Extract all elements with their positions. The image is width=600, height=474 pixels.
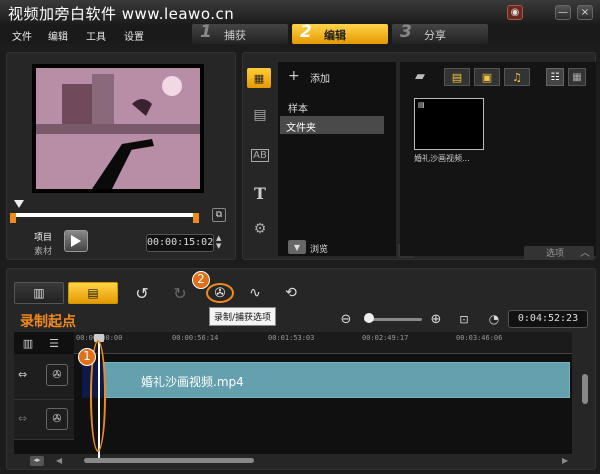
folder-item-samples[interactable]: 样本 <box>284 98 384 117</box>
record-start-label: 录制起点 <box>20 314 76 330</box>
ruler-tick: 00:00:56:14 <box>172 334 219 342</box>
track-manager-icon[interactable]: ▥ <box>18 335 38 351</box>
player-timecode[interactable]: 00:00:15:02 <box>146 234 214 252</box>
video-track-header: ⇔ ✇ <box>14 354 74 400</box>
fit-project-icon[interactable]: ⊡ <box>456 311 472 327</box>
timeline-icon: ▤ <box>87 286 99 300</box>
show-photo-icon[interactable]: ▣ <box>474 68 500 86</box>
folder-item-folder[interactable]: 文件夹 <box>280 116 384 134</box>
tab-edit-num: 2 <box>300 22 312 42</box>
project-duration: 0:04:52:23 <box>508 310 588 328</box>
preview-frame-image <box>36 68 200 189</box>
timecode-stepper-icon[interactable]: ▲ ▼ <box>216 234 221 250</box>
play-button[interactable] <box>64 230 88 252</box>
thumbnail-view-icon[interactable]: ☷ <box>546 68 564 86</box>
horizontal-scrollbar[interactable] <box>84 458 254 463</box>
title-effect-category-icon[interactable]: AB <box>249 146 271 164</box>
minimize-button[interactable]: — <box>555 5 571 20</box>
video-clip[interactable]: 婚礼沙画视频.mp4 <box>104 362 570 398</box>
chapter-list-icon[interactable]: ☰ <box>44 335 64 351</box>
trim-handle-left[interactable] <box>10 213 16 223</box>
overlay-track-header: ⇔ ✇ <box>14 400 74 440</box>
annotation-marker-1: 1 <box>78 348 96 366</box>
film-reel-icon: ✇ <box>214 285 226 301</box>
tab-capture-label: 捕获 <box>224 29 246 42</box>
options-bar[interactable]: 选项 ︿ <box>524 246 594 259</box>
scrub-bar[interactable] <box>14 213 196 217</box>
sound-mixer-icon[interactable]: ∿ <box>244 283 266 303</box>
ruler-tick: 00:01:53:03 <box>268 334 315 342</box>
filter-category-icon[interactable]: ⚙ <box>249 220 271 238</box>
options-label: 选项 <box>546 249 565 259</box>
zoom-in-icon[interactable]: ⊕ <box>428 311 444 327</box>
browse-label[interactable]: 浏览 <box>310 242 328 255</box>
menu-settings[interactable]: 设置 <box>124 28 144 43</box>
tab-edit[interactable]: 2 编辑 <box>292 22 388 44</box>
trim-handle-right[interactable] <box>193 213 199 223</box>
media-thumbnail[interactable]: ▤ <box>414 98 484 150</box>
list-view-icon[interactable]: ▦ <box>568 68 586 86</box>
menu-file[interactable]: 文件 <box>12 28 32 43</box>
annotation-marker-2: 2 <box>192 271 210 289</box>
play-icon <box>71 235 81 247</box>
tab-edit-label: 编辑 <box>324 29 346 42</box>
media-category-icon[interactable]: ▦ <box>247 68 271 88</box>
scroll-right-icon[interactable]: ▶ <box>562 456 568 465</box>
expand-preview-icon[interactable]: ⧉ <box>212 208 226 222</box>
tab-share[interactable]: 3 分享 <box>392 22 488 44</box>
timeline-view-button[interactable]: ▤ <box>68 282 118 304</box>
vertical-scrollbar[interactable] <box>582 374 588 404</box>
tab-capture-num: 1 <box>200 22 212 42</box>
tab-share-label: 分享 <box>424 29 446 42</box>
ruler-tick: 00:03:46:06 <box>456 334 503 342</box>
scrub-marker-start[interactable] <box>14 200 24 208</box>
zoom-slider-knob[interactable] <box>364 313 374 323</box>
scroll-left-icon[interactable]: ◀ <box>56 456 62 465</box>
redo-icon[interactable]: ↻ <box>170 283 190 303</box>
project-mode-label[interactable]: 项目 <box>34 230 52 243</box>
browse-icon[interactable]: ▼ <box>288 240 306 254</box>
options-chevron-icon: ︿ <box>580 248 590 259</box>
menu-tools[interactable]: 工具 <box>86 28 106 43</box>
video-track-link-icon[interactable]: ⇔ <box>18 368 27 381</box>
clip-mode-label[interactable]: 素材 <box>34 244 52 257</box>
preview-screen <box>32 64 204 193</box>
close-button[interactable]: × <box>577 5 593 20</box>
text-category-icon[interactable]: T <box>249 184 271 203</box>
project-duration-icon: ◔ <box>488 312 500 326</box>
folder-open-icon[interactable]: ▰ <box>410 68 430 84</box>
app-title: 视频加旁白软件 www.leawo.cn <box>8 5 235 23</box>
show-audio-icon[interactable]: ♫ <box>504 68 530 86</box>
record-options-tooltip: 录制/捕获选项 <box>209 307 277 326</box>
clip-name: 婚礼沙画视频.mp4 <box>141 375 244 389</box>
tab-share-num: 3 <box>400 22 412 42</box>
app-menu-icon[interactable]: ◉ <box>507 5 523 20</box>
overlay-track-link-icon[interactable]: ⇔ <box>18 412 27 425</box>
storyboard-view-button[interactable]: ▥ <box>14 282 64 304</box>
filmstrip-icon: ▥ <box>33 286 45 300</box>
undo-icon[interactable]: ↺ <box>132 283 152 303</box>
auto-music-icon[interactable]: ⟲ <box>280 283 302 303</box>
video-track-icon[interactable]: ✇ <box>46 364 68 386</box>
show-video-icon[interactable]: ▤ <box>444 68 470 86</box>
video-type-icon: ▤ <box>418 101 425 109</box>
ruler-tick: 00:02:49:17 <box>362 334 409 342</box>
thumbnail-caption: 婚礼沙画视频... <box>414 154 470 163</box>
add-folder-icon[interactable]: + <box>288 68 300 84</box>
overlay-track-icon[interactable]: ✇ <box>46 408 68 430</box>
transition-category-icon[interactable]: ▤ <box>249 106 271 124</box>
library-folder-list <box>278 62 396 256</box>
menu-edit[interactable]: 编辑 <box>48 28 68 43</box>
record-capture-options-button[interactable]: ✇ <box>206 283 234 303</box>
zoom-out-icon[interactable]: ⊖ <box>338 311 354 327</box>
add-folder-label[interactable]: 添加 <box>310 70 330 85</box>
track-scale-button[interactable]: ◂▸ <box>30 456 44 466</box>
tab-capture[interactable]: 1 捕获 <box>192 22 288 44</box>
